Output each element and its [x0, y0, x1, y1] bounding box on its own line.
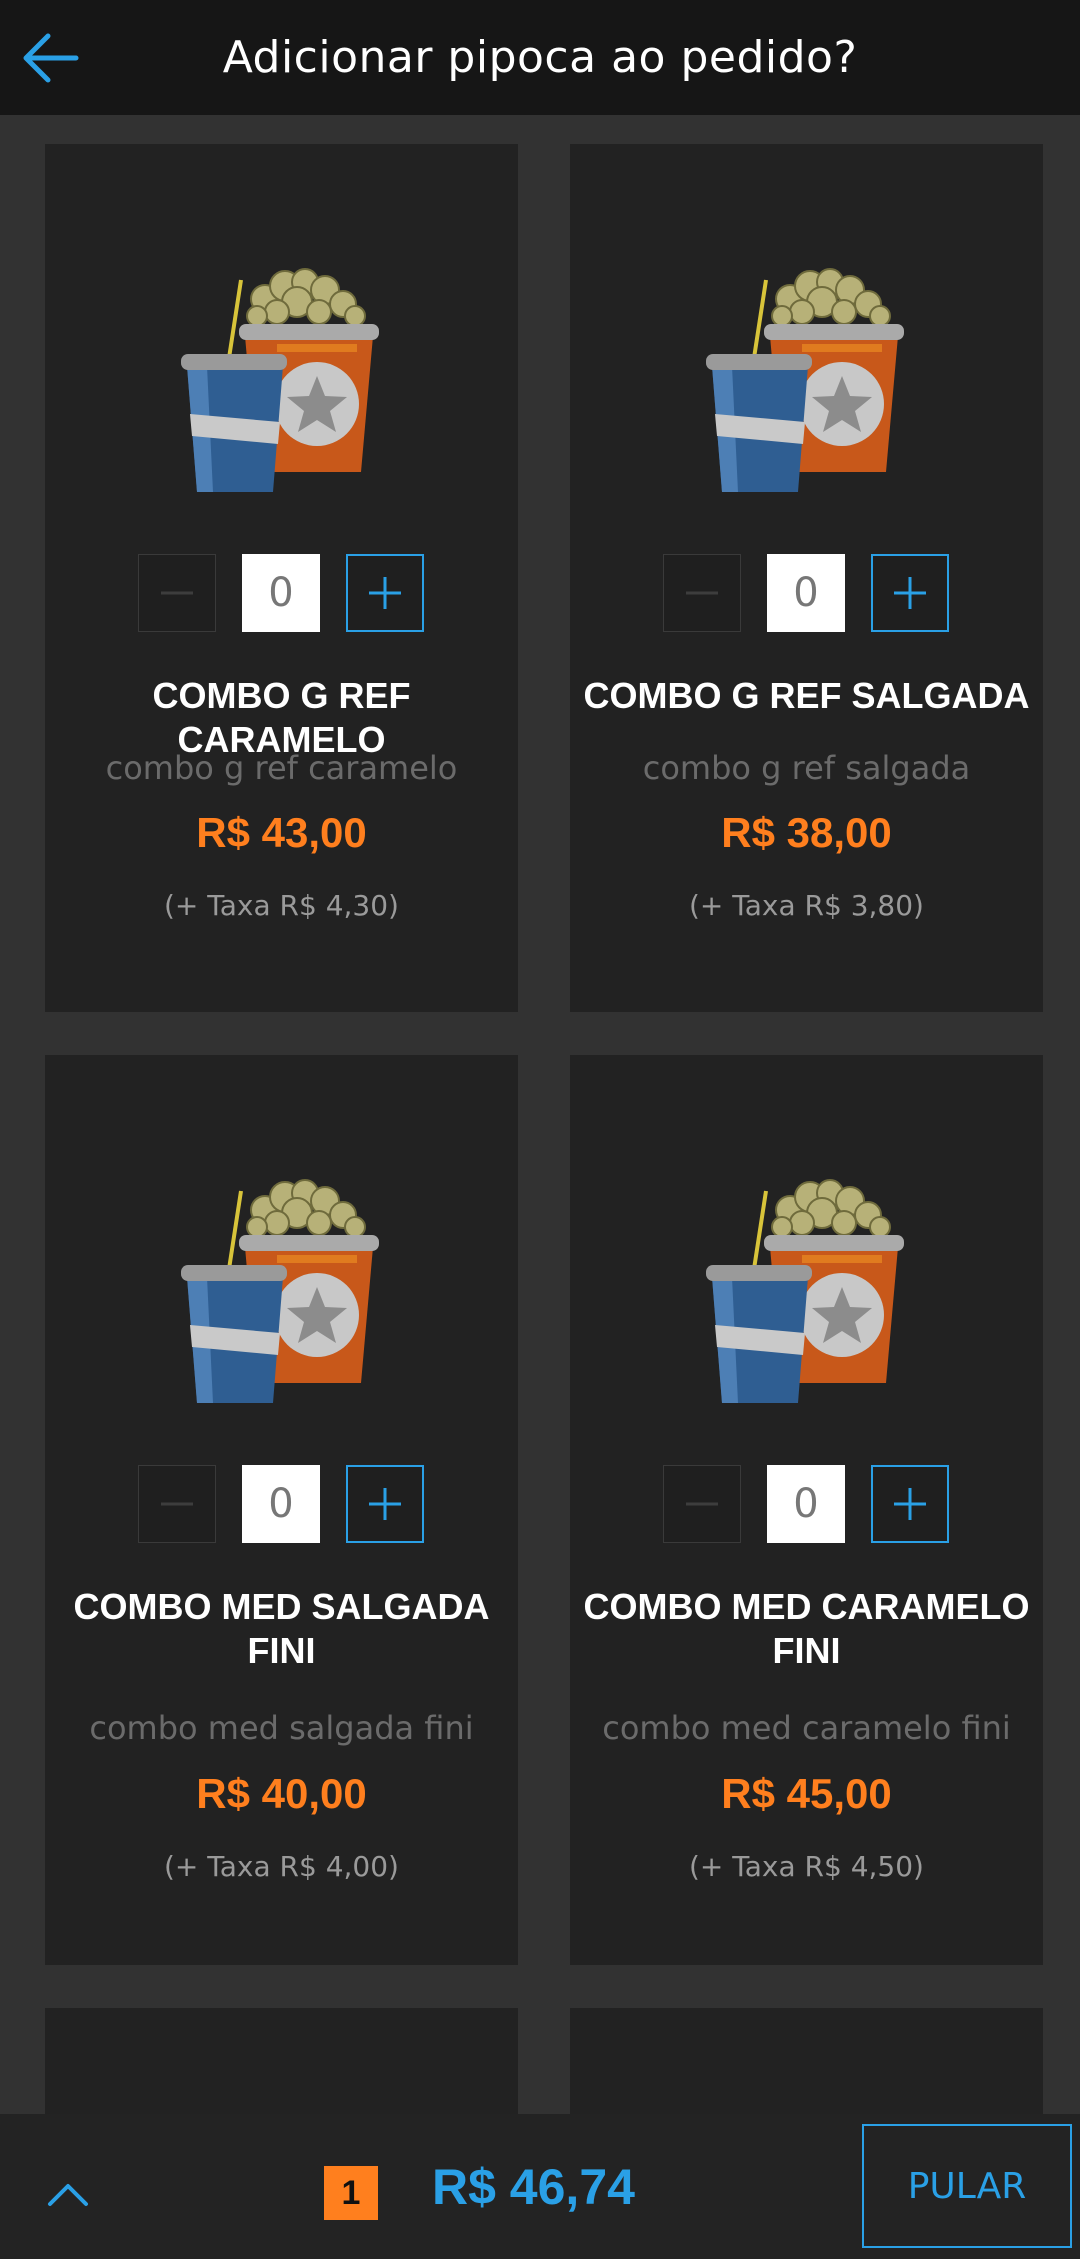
plus-icon	[369, 1488, 401, 1520]
minus-icon	[686, 1502, 718, 1506]
product-description: combo med salgada fini	[89, 1709, 474, 1747]
quantity-value[interactable]: 0	[242, 554, 320, 632]
popcorn-combo-image	[177, 1165, 387, 1405]
product-fee: (+ Taxa R$ 4,50)	[689, 1850, 924, 1883]
product-card: 0 COMBO G REF SALGADA combo g ref salgad…	[570, 144, 1043, 1012]
product-name: COMBO MED CARAMELO FINI	[583, 1586, 1030, 1671]
quantity-value[interactable]: 0	[767, 554, 845, 632]
order-total: R$ 46,74	[432, 2159, 635, 2215]
product-name: COMBO MED SALGADA FINI	[73, 1586, 490, 1671]
chevron-up-icon	[48, 2184, 88, 2206]
minus-icon	[161, 1502, 193, 1506]
product-card: 0 COMBO MED CARAMELO FINI combo med cara…	[570, 1055, 1043, 1965]
decrease-button[interactable]	[663, 1465, 741, 1543]
product-price: R$ 38,00	[721, 809, 892, 856]
increase-button[interactable]	[871, 554, 949, 632]
popcorn-combo-image	[702, 254, 912, 494]
quantity-value[interactable]: 0	[242, 1465, 320, 1543]
product-fee: (+ Taxa R$ 4,30)	[164, 889, 399, 922]
popcorn-combo-image	[177, 254, 387, 494]
product-card: 0 COMBO MED SALGADA FINI combo med salga…	[45, 1055, 518, 1965]
app-header: Adicionar pipoca ao pedido?	[0, 0, 1080, 115]
increase-button[interactable]	[346, 1465, 424, 1543]
product-fee: (+ Taxa R$ 4,00)	[164, 1850, 399, 1883]
increase-button[interactable]	[346, 554, 424, 632]
minus-icon	[686, 591, 718, 595]
popcorn-combo-image	[702, 1165, 912, 1405]
minus-icon	[161, 591, 193, 595]
plus-icon	[894, 577, 926, 609]
product-description: combo med caramelo fini	[602, 1709, 1011, 1747]
quantity-stepper: 0	[663, 554, 950, 634]
product-price: R$ 40,00	[196, 1770, 367, 1817]
product-price: R$ 43,00	[196, 809, 367, 856]
increase-button[interactable]	[871, 1465, 949, 1543]
product-fee: (+ Taxa R$ 3,80)	[689, 889, 924, 922]
quantity-value[interactable]: 0	[767, 1465, 845, 1543]
expand-summary-button[interactable]	[40, 2174, 96, 2214]
quantity-stepper: 0	[138, 1465, 425, 1545]
plus-icon	[369, 577, 401, 609]
skip-button[interactable]: PULAR	[862, 2124, 1072, 2248]
decrease-button[interactable]	[138, 554, 216, 632]
product-description: combo g ref salgada	[642, 749, 971, 787]
quantity-stepper: 0	[138, 554, 425, 634]
product-name: COMBO G REF SALGADA	[583, 675, 1030, 716]
item-count-badge: 1	[324, 2166, 378, 2220]
product-description: combo g ref caramelo	[105, 749, 458, 787]
product-card: 0 COMBO G REF CARAMELO combo g ref caram…	[45, 144, 518, 1012]
decrease-button[interactable]	[663, 554, 741, 632]
plus-icon	[894, 1488, 926, 1520]
order-summary-bar: 1 R$ 46,74 PULAR	[0, 2114, 1080, 2259]
page-title: Adicionar pipoca ao pedido?	[222, 32, 858, 83]
decrease-button[interactable]	[138, 1465, 216, 1543]
quantity-stepper: 0	[663, 1465, 950, 1545]
product-price: R$ 45,00	[721, 1770, 892, 1817]
